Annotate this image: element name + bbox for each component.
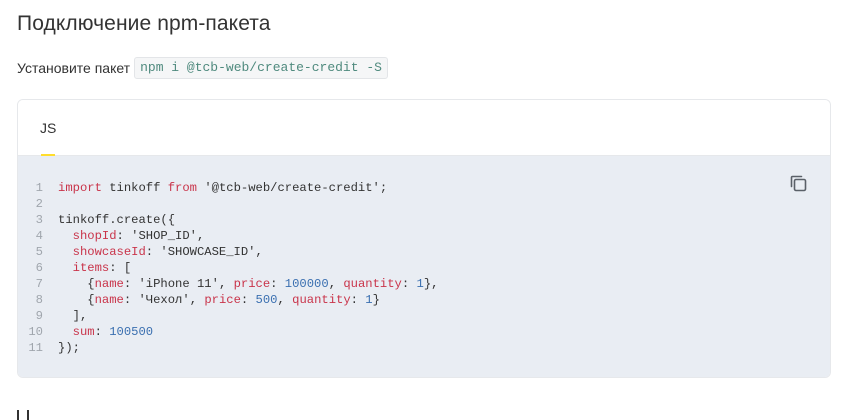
code-token: 100500: [109, 325, 154, 339]
code-token: ;: [379, 181, 388, 195]
line-number: 9: [35, 309, 43, 323]
code-token: price: [204, 293, 241, 307]
line-number: 3: [35, 213, 43, 227]
code-block: JS 1 import tinkoff from '@tcb-web/create…: [17, 99, 831, 378]
code-line: 2: [18, 196, 438, 212]
code-token: ,: [277, 293, 293, 307]
code-token: :: [123, 293, 139, 307]
code-line: 10 sum: 100500: [18, 324, 438, 340]
code-token: ,: [218, 277, 234, 291]
code-token: :: [401, 277, 417, 291]
code-token: quantity: [343, 277, 402, 291]
code-token: : [: [109, 261, 132, 275]
line-number: 4: [35, 229, 43, 243]
code-line: 4 shopId: 'SHOP_ID',: [18, 228, 438, 244]
code-token: name: [94, 293, 124, 307]
code-line-content: ],: [58, 308, 88, 324]
line-number: 1: [35, 181, 43, 195]
code-token: 'Чехол': [138, 293, 190, 307]
install-label: Установите пакет: [17, 60, 131, 76]
line-number: 5: [35, 245, 43, 259]
line-number: 6: [35, 261, 43, 275]
code-token: :: [123, 277, 139, 291]
code-token: ,: [255, 245, 263, 259]
code-line: 11});: [18, 340, 438, 356]
code-line: 9 ],: [18, 308, 438, 324]
section-title: Подключение npm-пакета: [17, 12, 271, 35]
code-tabs: JS: [18, 100, 830, 156]
code-token: 1: [416, 277, 424, 291]
code-line: 8 {name: 'Чехол', price: 500, quantity: …: [18, 292, 438, 308]
code-token: '@tcb-web/create-credit': [204, 181, 380, 195]
code-token: :: [350, 293, 366, 307]
code-token: }: [372, 293, 380, 307]
code-token: name: [94, 277, 124, 291]
code-line: 7 {name: 'iPhone 11', price: 100000, qua…: [18, 276, 439, 292]
code-token: :: [270, 277, 285, 291]
code-token: from: [167, 181, 197, 195]
code-area: 1 import tinkoff from '@tcb-web/create-cr…: [18, 156, 830, 377]
code-line-content: {name: 'Чехол', price: 500, quantity: 1}: [58, 292, 380, 308]
code-token: quantity: [292, 293, 351, 307]
code-line-content: });: [58, 340, 80, 356]
code-line: 5 showcaseId: 'SHOWCASE_ID',: [18, 244, 438, 260]
code-line-content: {name: 'iPhone 11', price: 100000, quant…: [58, 276, 438, 292]
code-line: 1 import tinkoff from '@tcb-web/create-cr…: [18, 180, 438, 196]
code-token: ,: [197, 229, 205, 243]
code-token: :: [116, 229, 132, 243]
code-token: :: [145, 245, 161, 259]
line-number: 2: [35, 197, 43, 211]
code-token: 'iPhone 11': [138, 277, 219, 291]
code-token: {: [58, 293, 95, 307]
code-line-content: shopId: 'SHOP_ID',: [58, 228, 205, 244]
code-token: items: [72, 261, 110, 275]
code-token: shopId: [72, 229, 117, 243]
code-token: 1: [365, 293, 373, 307]
line-number: 7: [35, 277, 43, 291]
code-line: 3 tinkoff.create({: [18, 212, 438, 228]
code-token: :: [94, 325, 110, 339]
code-token: :: [240, 293, 256, 307]
code-token: ,: [189, 293, 205, 307]
code-token: ],: [58, 309, 88, 323]
code-line-content: items: [: [58, 260, 132, 276]
code-token: },: [423, 277, 439, 291]
code-token: sum: [72, 325, 95, 339]
code-line: 6 items: [: [18, 260, 438, 276]
install-instruction: Установите пакет npm i @tcb-web/create-c…: [17, 57, 388, 79]
code-token: tinkoff: [101, 181, 168, 195]
line-number: 10: [28, 325, 43, 339]
code-line-content: sum: 100500: [58, 324, 153, 340]
tab-js[interactable]: JS: [40, 120, 56, 136]
code-listing: 1 import tinkoff from '@tcb-web/create-cr…: [18, 180, 438, 356]
code-line-content: showcaseId: 'SHOWCASE_ID',: [58, 244, 263, 260]
copy-icon[interactable]: [788, 173, 810, 195]
code-token: 500: [255, 293, 278, 307]
code-line-content: import tinkoff from '@tcb-web/create-cre…: [58, 180, 387, 196]
code-token: {: [58, 277, 95, 291]
line-number: 8: [35, 293, 43, 307]
code-token: import: [58, 181, 102, 195]
code-token: 'SHOWCASE_ID': [160, 245, 256, 259]
code-token: 100000: [284, 277, 329, 291]
install-command[interactable]: npm i @tcb-web/create-credit -S: [134, 57, 388, 79]
code-token: ,: [328, 277, 344, 291]
code-line-content: tinkoff.create({: [58, 212, 175, 228]
code-token: tinkoff.create({: [58, 213, 176, 227]
code-token: 'SHOP_ID': [131, 229, 197, 243]
line-number: 11: [28, 341, 43, 355]
code-token: showcaseId: [72, 245, 146, 259]
code-token: });: [58, 341, 80, 355]
code-token: price: [233, 277, 271, 291]
